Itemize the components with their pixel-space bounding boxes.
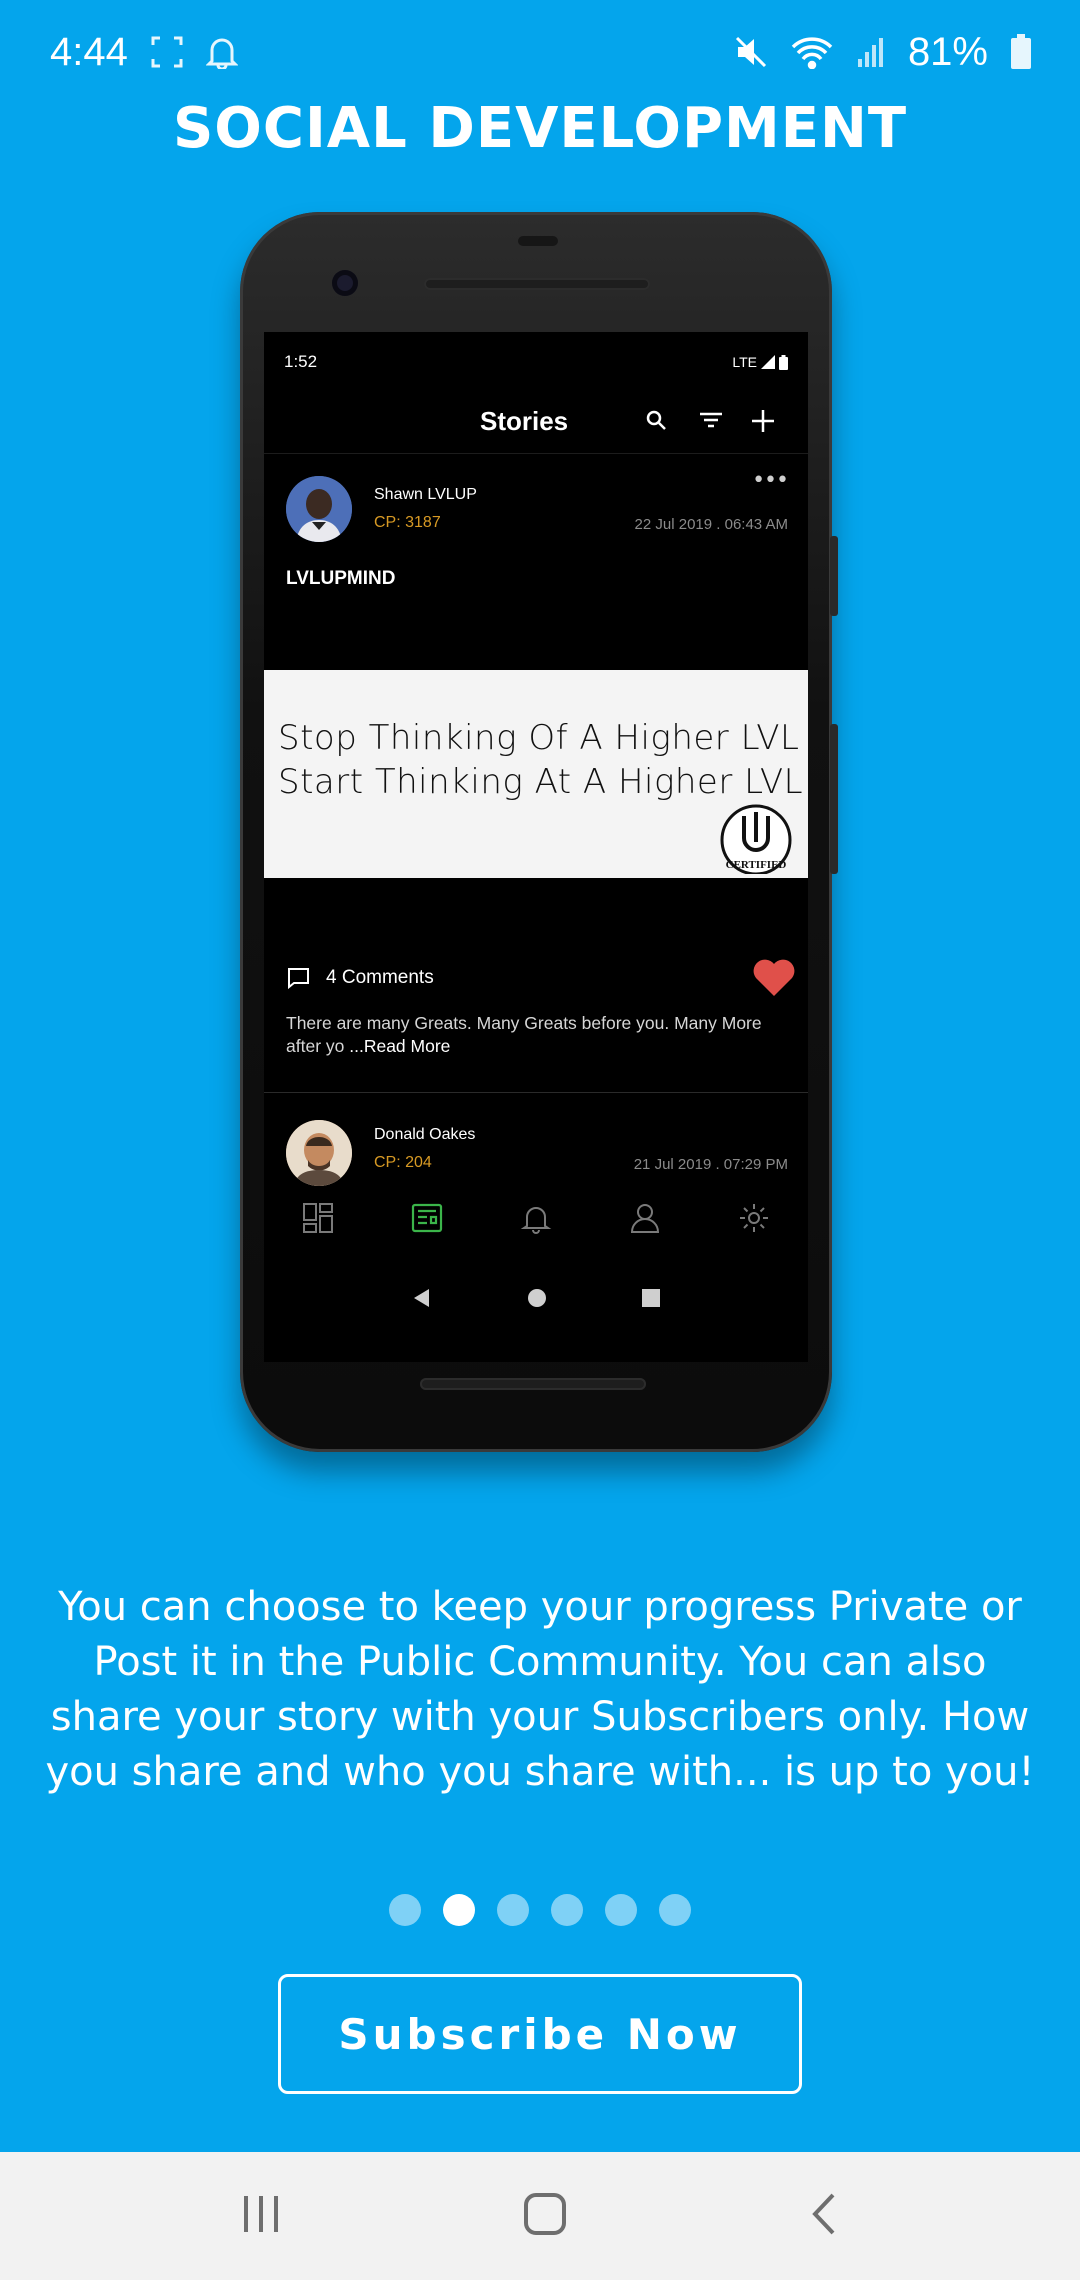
mute-icon <box>734 35 768 69</box>
pager-dots <box>0 1894 1080 1926</box>
phone-sensor <box>518 236 558 246</box>
status-bar: 4:44 81% <box>0 0 1080 104</box>
mockup-title: Stories <box>480 406 569 436</box>
recents-button[interactable] <box>239 2192 283 2240</box>
pager-dot[interactable] <box>659 1894 691 1926</box>
page-title: SOCIAL DEVELOPMENT <box>172 96 908 161</box>
pager-dot[interactable] <box>551 1894 583 1926</box>
phone-volume-button <box>830 724 838 874</box>
mockup-time: 1:52 <box>284 352 318 371</box>
post-date: 21 Jul 2019 . 07:29 PM <box>633 1156 788 1173</box>
home-icon <box>523 2193 566 2235</box>
notification-bell-icon <box>205 35 238 69</box>
post-image-line-1: Stop Thinking Of A Higher LVL <box>278 718 800 758</box>
recents-icon <box>244 2196 279 2232</box>
pager-dot[interactable] <box>605 1894 637 1926</box>
back-icon <box>811 2193 835 2235</box>
post-headline: LVLUPMIND <box>286 568 396 589</box>
comment-icon <box>288 968 309 990</box>
post-divider <box>264 1092 808 1093</box>
recents-icon <box>642 1289 660 1307</box>
post-author: Donald Oakes <box>374 1126 476 1143</box>
pager-dot-active[interactable] <box>443 1894 475 1926</box>
notification-bell-icon <box>520 1207 552 1234</box>
phone-mockup: 1:52 LTE Stories ••• Shawn LVLUP CP: 318… <box>240 212 838 1452</box>
phone-speaker <box>420 1378 646 1390</box>
gear-icon <box>739 1204 768 1232</box>
back-button[interactable] <box>807 2191 841 2241</box>
avatar <box>286 1120 352 1186</box>
screenshot-icon <box>150 35 184 69</box>
phone-power-button <box>830 536 838 616</box>
battery-percent: 81% <box>907 29 988 74</box>
wifi-icon <box>790 35 834 69</box>
avatar <box>286 476 352 542</box>
pager-dot[interactable] <box>497 1894 529 1926</box>
mockup-signal-icon <box>761 355 775 369</box>
mockup-system-nav <box>264 1268 808 1328</box>
battery-icon <box>1010 34 1032 70</box>
pager-dot[interactable] <box>389 1894 421 1926</box>
mockup-tab-bar <box>264 1188 808 1248</box>
stories-icon <box>412 1203 443 1233</box>
comments-count: 4 Comments <box>326 967 434 988</box>
mockup-header: Stories <box>264 392 808 454</box>
post-author: Shawn LVLUP <box>374 486 477 503</box>
subscribe-button[interactable]: Subscribe Now <box>278 1974 802 2094</box>
more-options-icon: ••• <box>752 468 789 493</box>
mockup-battery-icon <box>779 354 788 370</box>
add-icon <box>750 408 776 438</box>
phone-speaker <box>424 278 650 290</box>
read-more-link: ...Read More <box>344 1036 451 1056</box>
post-image-line-2: Start Thinking At A Higher LVL <box>278 762 804 802</box>
post-text: There are many Greats. Many Greats befor… <box>286 1012 796 1058</box>
post-image: Stop Thinking Of A Higher LVL Start Thin… <box>264 670 808 878</box>
mockup-status-bar: 1:52 LTE <box>264 332 808 392</box>
heart-icon <box>753 959 795 996</box>
post-date: 22 Jul 2019 . 06:43 AM <box>634 516 788 533</box>
post-cp: CP: 3187 <box>374 514 441 531</box>
post-cp: CP: 204 <box>374 1154 432 1171</box>
seal-text: CERTIFIED <box>726 859 787 871</box>
certified-seal-icon: CERTIFIED <box>720 804 792 874</box>
dashboard-icon <box>303 1203 334 1233</box>
description-text: You can choose to keep your progress Pri… <box>45 1584 1035 1795</box>
home-icon <box>528 1289 546 1307</box>
phone-camera <box>332 270 358 296</box>
back-icon <box>414 1289 429 1307</box>
comments-link: 4 Comments <box>286 966 434 990</box>
profile-icon <box>630 1204 659 1233</box>
search-icon <box>644 408 668 436</box>
filter-icon <box>698 408 724 436</box>
system-nav-bar <box>0 2152 1080 2280</box>
signal-icon <box>856 35 886 69</box>
status-time: 4:44 <box>50 29 128 74</box>
home-button[interactable] <box>522 2191 568 2241</box>
mockup-network: LTE <box>732 354 757 370</box>
phone-screen: 1:52 LTE Stories ••• Shawn LVLUP CP: 318… <box>264 332 808 1362</box>
